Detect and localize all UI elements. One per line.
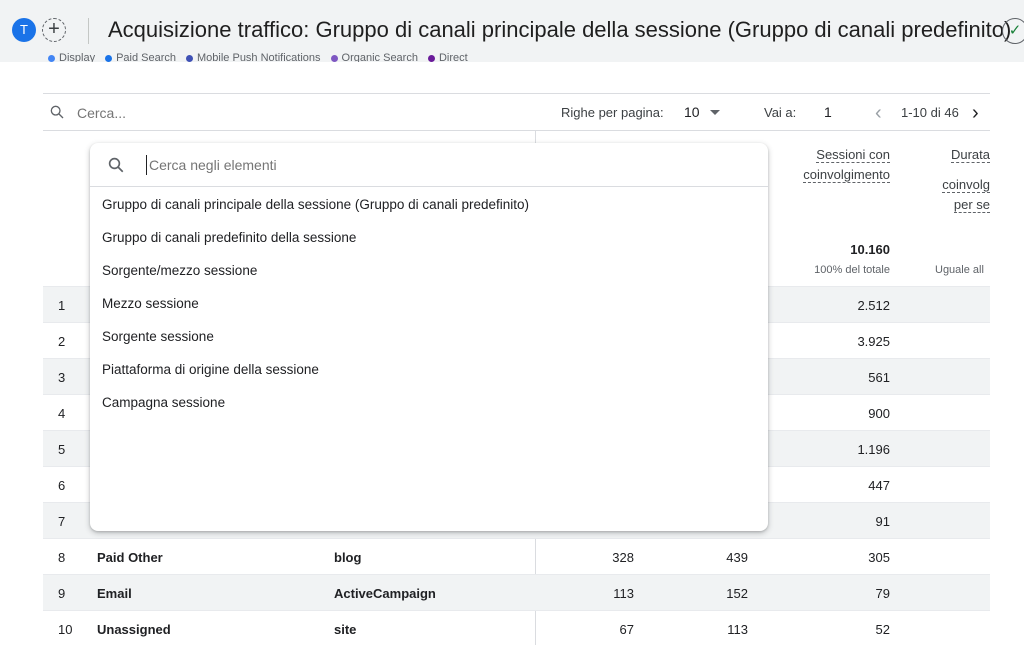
row-index: 9 bbox=[58, 586, 66, 601]
table-toolbar: Righe per pagina: 10 Vai a: 1 ‹ 1-10 di … bbox=[43, 93, 990, 131]
rows-per-page-select[interactable]: 10 bbox=[684, 104, 700, 120]
legend-item: Display bbox=[48, 52, 95, 62]
source-cell: site bbox=[334, 622, 357, 637]
row-index: 5 bbox=[58, 442, 66, 457]
legend-dot-icon bbox=[427, 54, 435, 62]
total-percentage: 100% del totale bbox=[814, 264, 890, 276]
metric-cell: 79 bbox=[875, 586, 890, 601]
legend-item: Direct bbox=[427, 52, 468, 62]
rows-per-page-label: Righe per pagina: bbox=[561, 105, 664, 120]
metric-cell: 113 bbox=[613, 586, 634, 601]
legend-dot-icon bbox=[330, 54, 338, 62]
legend-label: Mobile Push Notifications bbox=[197, 52, 321, 62]
chart-legend: Display Paid Search Mobile Push Notificati… bbox=[48, 52, 478, 62]
row-index: 3 bbox=[58, 370, 66, 385]
header-divider bbox=[88, 18, 89, 44]
row-index: 4 bbox=[58, 406, 66, 421]
caret-down-icon[interactable] bbox=[710, 110, 720, 115]
metric-cell: 2.512 bbox=[857, 298, 890, 313]
legend-dot-icon bbox=[186, 54, 194, 62]
legend-item: Organic Search bbox=[330, 52, 418, 62]
chevron-left-icon[interactable]: ‹ bbox=[875, 103, 882, 123]
dropdown-item[interactable]: Gruppo di canali predefinito della sessi… bbox=[90, 221, 768, 254]
legend-label: Direct bbox=[438, 52, 468, 62]
dropdown-search-input[interactable] bbox=[146, 155, 546, 175]
add-comparison-button[interactable]: + bbox=[42, 18, 66, 42]
total-comparison: Uguale all bbox=[935, 264, 984, 276]
legend-dot-icon bbox=[105, 54, 113, 62]
row-index: 2 bbox=[58, 334, 66, 349]
dropdown-item[interactable]: Sorgente sessione bbox=[90, 320, 768, 353]
metric-cell: 52 bbox=[875, 622, 890, 637]
row-index: 6 bbox=[58, 478, 66, 493]
channel-cell: Paid Other bbox=[97, 550, 163, 565]
page-title: Acquisizione traffico: Gruppo di canali … bbox=[108, 17, 1012, 42]
dropdown-item[interactable]: Piattaforma di origine della sessione bbox=[90, 353, 768, 386]
dropdown-item[interactable]: Mezzo sessione bbox=[90, 287, 768, 320]
header-line: per se bbox=[953, 197, 990, 213]
header-line: Sessioni con bbox=[816, 147, 890, 163]
channel-cell: Unassigned bbox=[97, 622, 171, 637]
legend-item: Paid Search bbox=[105, 52, 176, 62]
metric-cell: 91 bbox=[875, 514, 890, 529]
dropdown-search bbox=[90, 143, 768, 187]
dropdown-item[interactable]: Campagna sessione bbox=[90, 386, 768, 419]
goto-page-input[interactable]: 1 bbox=[824, 104, 832, 120]
legend-item: Mobile Push Notifications bbox=[186, 52, 321, 62]
metric-cell: 328 bbox=[612, 550, 634, 565]
metric-cell: 305 bbox=[868, 550, 890, 565]
dimension-dropdown: Gruppo di canali principale della sessio… bbox=[90, 143, 768, 531]
header-line: coinvolgimento bbox=[803, 167, 890, 183]
dropdown-item[interactable]: Gruppo di canali principale della sessio… bbox=[90, 188, 768, 221]
row-index: 10 bbox=[58, 622, 73, 637]
search-icon bbox=[50, 105, 64, 119]
row-index: 7 bbox=[58, 514, 66, 529]
check-circle-icon[interactable]: ✓ bbox=[1002, 18, 1024, 44]
total-value: 10.160 bbox=[850, 242, 890, 257]
goto-page-label: Vai a: bbox=[764, 105, 797, 120]
metric-cell: 3.925 bbox=[857, 334, 890, 349]
metric-cell: 1.196 bbox=[857, 442, 890, 457]
chevron-right-icon[interactable]: › bbox=[972, 103, 979, 123]
legend-label: Display bbox=[59, 52, 96, 62]
table-row[interactable]: 10 Unassigned site 67 113 52 bbox=[43, 610, 990, 646]
legend-label: Paid Search bbox=[116, 52, 177, 62]
metric-cell: 113 bbox=[727, 622, 748, 637]
legend-dot-icon bbox=[48, 54, 55, 62]
table-search-input[interactable] bbox=[77, 103, 277, 123]
metric-cell: 900 bbox=[868, 406, 890, 421]
metric-cell: 447 bbox=[868, 478, 890, 493]
metric-cell: 152 bbox=[726, 586, 748, 601]
metric-cell: 439 bbox=[726, 550, 748, 565]
search-icon bbox=[108, 157, 124, 173]
legend-label: Organic Search bbox=[341, 52, 418, 62]
column-header-engagement-duration[interactable]: Durata coinvolg per se bbox=[939, 145, 990, 215]
source-cell: ActiveCampaign bbox=[334, 586, 436, 601]
dropdown-list: Gruppo di canali principale della sessio… bbox=[90, 188, 768, 419]
dropdown-item[interactable]: Sorgente/mezzo sessione bbox=[90, 254, 768, 287]
channel-cell: Email bbox=[97, 586, 132, 601]
source-cell: blog bbox=[334, 550, 362, 565]
metric-cell: 67 bbox=[619, 622, 634, 637]
page-range: 1-10 di 46 bbox=[901, 105, 959, 120]
metric-cell: 561 bbox=[868, 370, 890, 385]
header-line: coinvolg bbox=[942, 177, 990, 193]
row-index: 8 bbox=[58, 550, 66, 565]
row-index: 1 bbox=[58, 298, 66, 313]
table-row[interactable]: 9 Email ActiveCampaign 113 152 79 bbox=[43, 574, 990, 610]
header-line: Durata bbox=[950, 147, 990, 163]
table-row[interactable]: 8 Paid Other blog 328 439 305 bbox=[43, 538, 990, 574]
avatar[interactable]: T bbox=[12, 18, 36, 42]
column-header-engaged-sessions[interactable]: Sessioni con coinvolgimento bbox=[803, 145, 890, 185]
